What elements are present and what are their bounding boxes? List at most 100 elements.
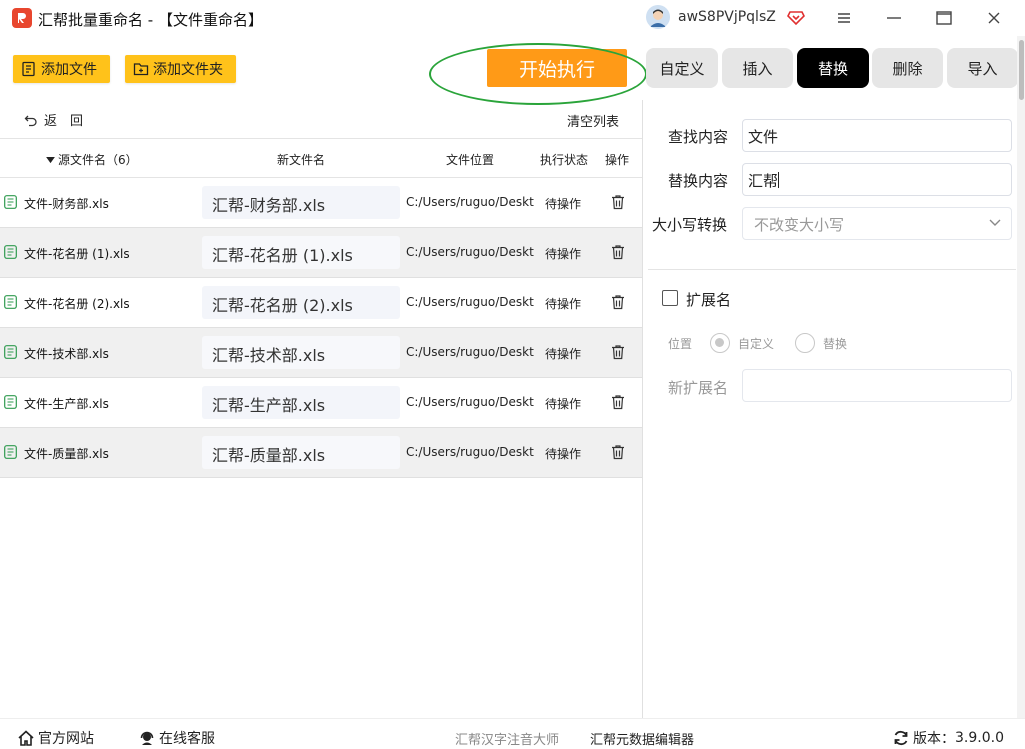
tab-custom[interactable]: 自定义 (646, 48, 718, 88)
replace-label: 替换内容 (668, 172, 729, 190)
new-file-name-input[interactable]: 汇帮-技术部.xls (202, 336, 400, 369)
case-label: 大小写转换 (652, 216, 728, 234)
add-folder-button[interactable]: 添加文件夹 (125, 55, 236, 83)
source-file-name: 文件-生产部.xls (24, 397, 109, 411)
column-source[interactable]: 源文件名（6） (46, 151, 138, 168)
table-row[interactable]: 文件-技术部.xls 汇帮-技术部.xls C:/Users/ruguo/Deskt… (0, 328, 642, 378)
file-location: C:/Users/ruguo/Desktop (406, 245, 534, 259)
row-status: 待操作 (545, 197, 582, 211)
tab-delete[interactable]: 删除 (872, 48, 943, 88)
vip-diamond-icon[interactable] (787, 8, 805, 26)
row-status: 待操作 (545, 397, 582, 411)
delete-row-button[interactable] (611, 294, 625, 310)
panel-separator (648, 269, 1016, 270)
column-location: 文件位置 (446, 153, 495, 167)
table-row[interactable]: 文件-质量部.xls 汇帮-质量部.xls C:/Users/ruguo/Deskt… (0, 428, 642, 478)
row-status: 待操作 (545, 247, 582, 261)
tab-insert-label: 插入 (742, 59, 773, 78)
new-file-name-input[interactable]: 汇帮-财务部.xls (202, 186, 400, 219)
back-label: 返 回 (44, 114, 84, 129)
source-file-name: 文件-技术部.xls (24, 347, 109, 361)
version-number: 3.9.0.0 (955, 730, 1004, 746)
user-avatar[interactable] (646, 5, 670, 29)
row-status: 待操作 (545, 297, 582, 311)
new-file-name-input[interactable]: 汇帮-花名册 (2).xls (202, 286, 400, 319)
tab-custom-label: 自定义 (659, 59, 705, 78)
tab-insert[interactable]: 插入 (722, 48, 793, 88)
scrollbar-track[interactable] (1017, 36, 1025, 718)
position-custom-label: 自定义 (738, 337, 775, 351)
metadata-editor-app-link[interactable]: 汇帮元数据编辑器 (590, 729, 694, 748)
new-extension-label: 新扩展名 (668, 379, 729, 397)
file-location: C:/Users/ruguo/Desktop (406, 345, 534, 359)
maximize-button[interactable] (932, 6, 956, 30)
new-file-name-input[interactable]: 汇帮-质量部.xls (202, 436, 400, 469)
version-label: 版本： (913, 731, 955, 747)
replace-input[interactable]: 汇帮 (742, 163, 1012, 196)
start-button[interactable]: 开始执行 (487, 49, 627, 87)
tab-delete-label: 删除 (892, 59, 923, 78)
maximize-icon (936, 11, 952, 25)
excel-file-icon (4, 295, 17, 309)
excel-file-icon (4, 345, 17, 359)
position-replace-label: 替换 (823, 337, 848, 351)
delete-row-button[interactable] (611, 394, 625, 410)
title-bar: 汇帮批量重命名 - 【文件重命名】 awS8PVjPqlsZ (0, 0, 1025, 36)
version-info[interactable]: 版本： 3.9.0.0 (893, 728, 1004, 748)
delete-row-button[interactable] (611, 194, 625, 210)
username[interactable]: awS8PVjPqlsZ (678, 9, 776, 25)
excel-file-icon (4, 195, 17, 209)
replace-input-value: 汇帮 (748, 172, 779, 190)
add-folder-label: 添加文件夹 (153, 62, 223, 78)
column-action: 操作 (605, 153, 630, 167)
new-file-name-input[interactable]: 汇帮-生产部.xls (202, 386, 400, 419)
case-select[interactable]: 不改变大小写 (742, 207, 1012, 240)
find-input[interactable]: 文件 (742, 119, 1012, 152)
file-location: C:/Users/ruguo/Desktop (406, 295, 534, 309)
column-new-name: 新文件名 (277, 153, 326, 167)
tab-replace-label: 替换 (817, 59, 848, 78)
add-file-button[interactable]: 添加文件 (13, 55, 110, 83)
delete-row-button[interactable] (611, 344, 625, 360)
refresh-icon (894, 730, 908, 746)
table-row[interactable]: 文件-生产部.xls 汇帮-生产部.xls C:/Users/ruguo/Deskt… (0, 378, 642, 428)
table-row[interactable]: 文件-花名册 (1).xls 汇帮-花名册 (1).xls C:/Users/rug… (0, 228, 642, 278)
source-file-name: 文件-花名册 (1).xls (24, 247, 130, 261)
online-support-link[interactable]: 在线客服 (139, 728, 215, 748)
back-button[interactable]: 返 回 (24, 110, 83, 129)
text-cursor (778, 172, 780, 188)
row-status: 待操作 (545, 347, 582, 361)
app-logo-icon (12, 8, 32, 28)
tab-import[interactable]: 导入 (947, 48, 1018, 88)
scrollbar-thumb[interactable] (1019, 40, 1024, 100)
hanzi-pinyin-app-link[interactable]: 汇帮汉字注音大师 (455, 729, 559, 748)
footer-bar: 官方网站 在线客服 汇帮汉字注音大师 汇帮元数据编辑器 版本： 3.9.0.0 (0, 718, 1025, 749)
excel-file-icon (4, 245, 17, 259)
column-source-label: 源文件名（6） (58, 153, 138, 167)
clear-list-button[interactable]: 清空列表 (567, 111, 619, 130)
add-file-label: 添加文件 (41, 62, 97, 78)
close-button[interactable] (982, 6, 1006, 30)
chevron-down-icon (989, 219, 1001, 226)
minimize-icon (887, 17, 901, 19)
headset-icon (140, 731, 154, 745)
excel-file-icon (4, 395, 17, 409)
row-status: 待操作 (545, 447, 582, 461)
column-status: 执行状态 (540, 153, 589, 167)
source-file-name: 文件-财务部.xls (24, 197, 109, 211)
table-row[interactable]: 文件-财务部.xls 汇帮-财务部.xls C:/Users/ruguo/Deskt… (0, 178, 642, 228)
delete-row-button[interactable] (611, 244, 625, 260)
position-replace-radio[interactable] (795, 333, 815, 353)
menu-button[interactable] (832, 6, 856, 30)
tab-replace[interactable]: 替换 (797, 48, 869, 88)
new-file-name-input[interactable]: 汇帮-花名册 (1).xls (202, 236, 400, 269)
excel-file-icon (4, 445, 17, 459)
new-extension-input[interactable] (742, 369, 1012, 402)
position-custom-radio[interactable] (710, 333, 730, 353)
table-row[interactable]: 文件-花名册 (2).xls 汇帮-花名册 (2).xls C:/Users/rug… (0, 278, 642, 328)
official-website-link[interactable]: 官方网站 (18, 728, 94, 748)
extension-checkbox[interactable] (662, 290, 678, 306)
minimize-button[interactable] (882, 6, 906, 30)
home-icon (18, 730, 34, 746)
delete-row-button[interactable] (611, 444, 625, 460)
